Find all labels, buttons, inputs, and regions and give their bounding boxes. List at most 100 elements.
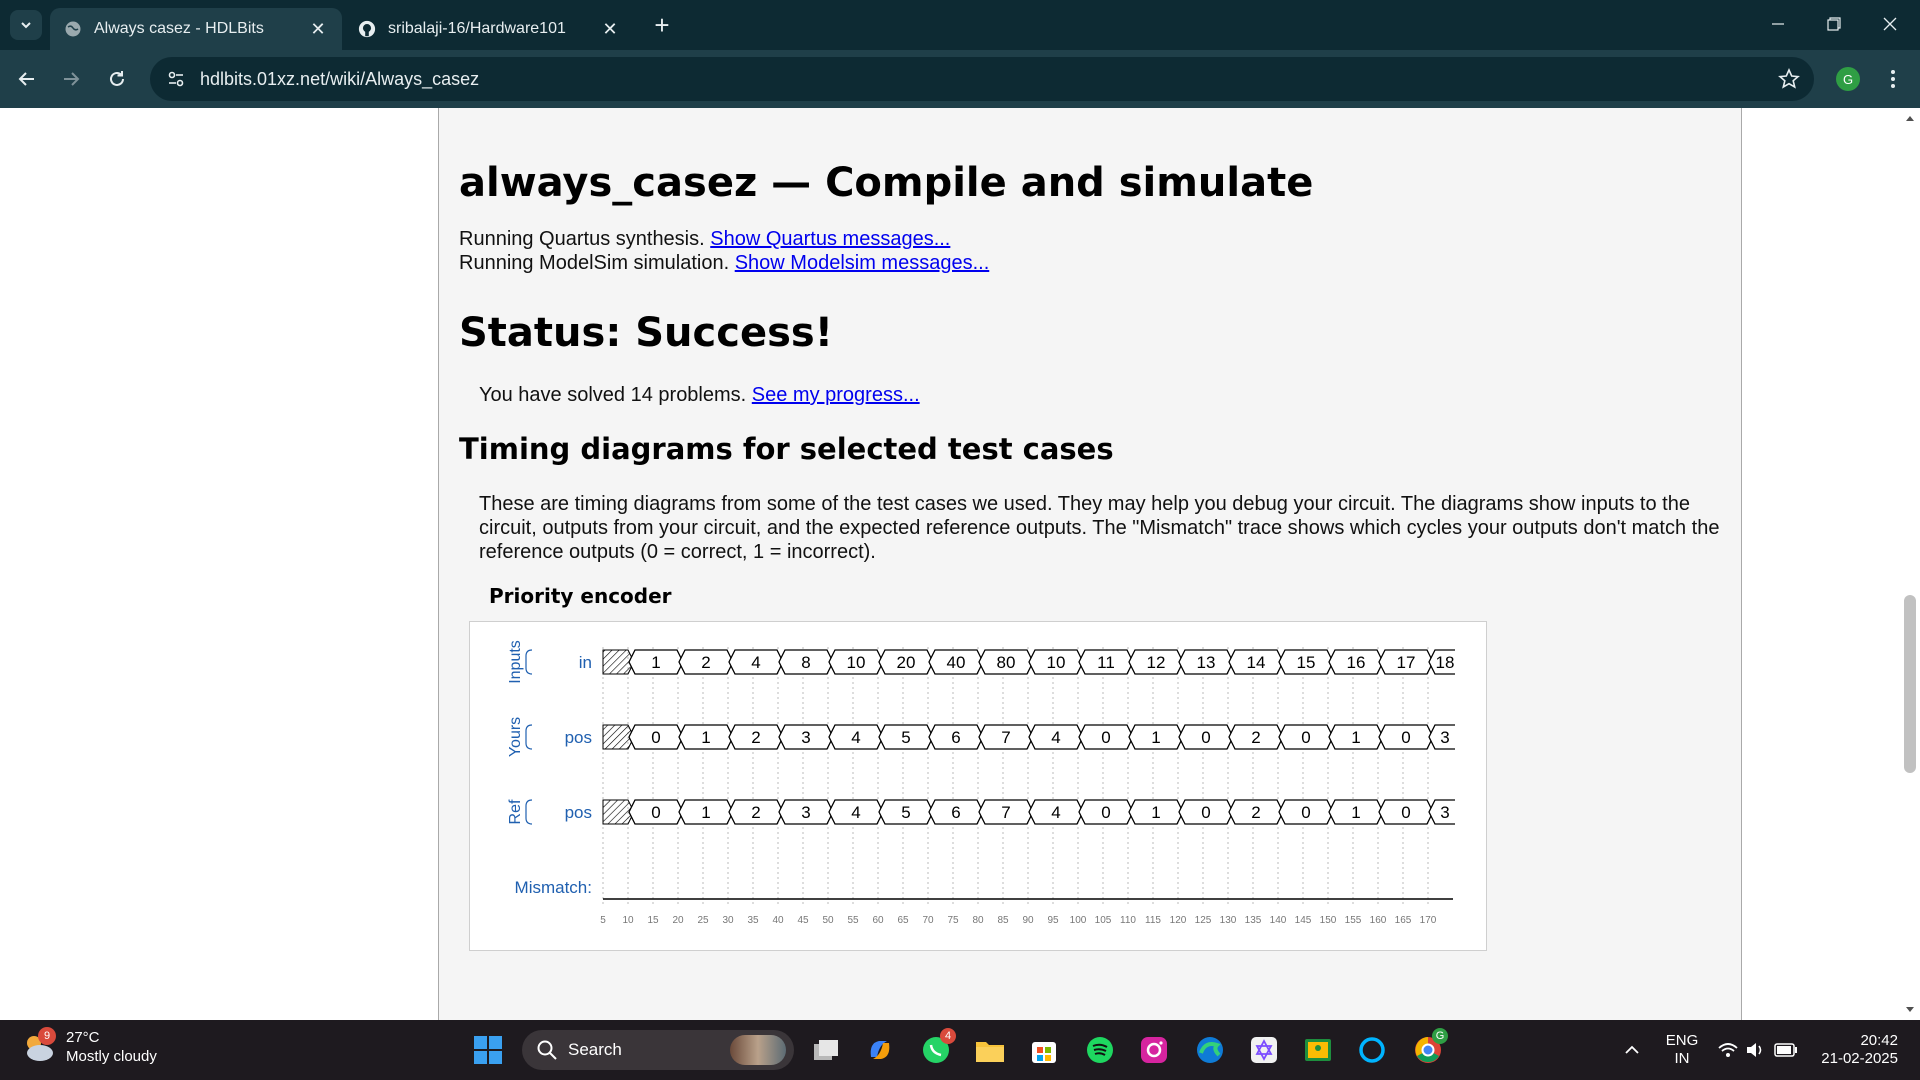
clock-date: 21-02-2025	[1821, 1050, 1898, 1067]
whatsapp-icon[interactable]: 4	[918, 1028, 956, 1068]
time-tick-label: 105	[1095, 915, 1112, 926]
instagram-icon[interactable]	[1136, 1032, 1172, 1068]
solved-text: You have solved 14 problems.	[479, 384, 747, 406]
classroom-icon[interactable]	[1300, 1032, 1336, 1068]
time-tick-label: 80	[972, 915, 984, 926]
close-window-button[interactable]	[1870, 8, 1910, 40]
time-tick-label: 60	[872, 915, 884, 926]
close-icon[interactable]: ✕	[308, 19, 328, 39]
time-tick-label: 65	[897, 915, 909, 926]
windows-start-icon[interactable]	[470, 1032, 506, 1068]
profile-avatar[interactable]: G	[1836, 67, 1860, 91]
copilot-icon[interactable]	[862, 1032, 898, 1068]
tab-search-button[interactable]	[10, 10, 42, 40]
signal-value-label: 1	[1151, 728, 1160, 747]
group-bracket	[525, 799, 533, 825]
reload-icon	[110, 71, 124, 86]
time-tick-label: 15	[647, 915, 659, 926]
page-scrollbar[interactable]	[1900, 108, 1920, 1020]
taskbar: 9 27°C Mostly cloudy Search 4 G ENG IN 2…	[0, 1020, 1920, 1080]
site-info-icon[interactable]	[154, 57, 198, 101]
signal-value-label: 3	[1440, 803, 1449, 822]
signal-value-label: 0	[1201, 728, 1210, 747]
back-button[interactable]	[12, 64, 42, 94]
forward-button[interactable]	[56, 64, 86, 94]
chrome-icon[interactable]: G	[1410, 1028, 1448, 1068]
group-bracket	[525, 649, 533, 675]
signal-value-label: 8	[801, 653, 810, 672]
minimize-button[interactable]	[1758, 8, 1798, 40]
time-tick-label: 30	[722, 915, 734, 926]
url-text[interactable]: hdlbits.01xz.net/wiki/Always_casez	[200, 69, 479, 90]
signal-value-label: 10	[1047, 653, 1066, 672]
chevron-up-icon[interactable]	[1614, 1032, 1650, 1068]
cortana-icon[interactable]	[1354, 1032, 1390, 1068]
arrow-left-icon	[18, 72, 34, 86]
signal-value-label: 0	[1401, 803, 1410, 822]
new-tab-button[interactable]: +	[648, 12, 676, 40]
weather-widget[interactable]: 9 27°C Mostly cloudy	[20, 1027, 157, 1066]
signal-value-label: 20	[897, 653, 916, 672]
signal-value-label: 18	[1436, 653, 1455, 672]
modelsim-line: Running ModelSim simulation. Show Models…	[459, 252, 989, 275]
signal-value-label: 4	[851, 803, 860, 822]
signal-value-label: 1	[651, 653, 660, 672]
microsoft-store-icon[interactable]	[1026, 1032, 1062, 1068]
time-tick-label: 70	[922, 915, 934, 926]
content-column: always_casez — Compile and simulate Runn…	[438, 108, 1742, 1020]
signal-value-label: 7	[1001, 728, 1010, 747]
weather-badge: 9	[38, 1027, 56, 1045]
restore-button[interactable]	[1814, 8, 1854, 40]
close-icon[interactable]: ✕	[600, 19, 620, 39]
time-tick-label: 130	[1220, 915, 1237, 926]
tab-title: Always casez - HDLBits	[94, 20, 264, 37]
signal-value-label: 0	[1301, 728, 1310, 747]
signal-value-label: 1	[1351, 728, 1360, 747]
language-indicator[interactable]: ENG IN	[1662, 1032, 1702, 1068]
time-tick-label: 85	[997, 915, 1009, 926]
more-menu-icon[interactable]	[1880, 66, 1906, 92]
solved-line: You have solved 14 problems. See my prog…	[479, 384, 920, 407]
time-tick-label: 25	[697, 915, 709, 926]
address-bar[interactable]: hdlbits.01xz.net/wiki/Always_casez	[150, 57, 1814, 101]
see-my-progress-link[interactable]: See my progress...	[752, 384, 920, 406]
reload-button[interactable]	[102, 64, 132, 94]
signal-value-label: 40	[947, 653, 966, 672]
globe-icon	[64, 20, 82, 38]
time-tick-label: 155	[1345, 915, 1362, 926]
scroll-down-icon[interactable]	[1905, 1006, 1915, 1014]
file-explorer-icon[interactable]	[972, 1032, 1008, 1068]
clock[interactable]: 20:42 21-02-2025	[1812, 1032, 1898, 1068]
time-tick-label: 35	[747, 915, 759, 926]
show-modelsim-messages-link[interactable]: Show Modelsim messages...	[735, 252, 990, 274]
time-tick-label: 40	[772, 915, 784, 926]
signal-value-label: 3	[801, 728, 810, 747]
app-icon[interactable]	[1246, 1032, 1282, 1068]
spotify-icon[interactable]	[1082, 1032, 1118, 1068]
scroll-up-icon[interactable]	[1905, 114, 1915, 122]
time-tick-label: 170	[1420, 915, 1437, 926]
time-tick-label: 100	[1070, 915, 1087, 926]
signal-value-label: 1	[701, 803, 710, 822]
scrollbar-thumb[interactable]	[1904, 595, 1916, 773]
bookmark-star-icon[interactable]	[1778, 68, 1800, 90]
tab-always-casez[interactable]: Always casez - HDLBits ✕	[50, 8, 342, 50]
signal-value-label: 3	[1440, 728, 1449, 747]
edge-icon[interactable]	[1192, 1032, 1228, 1068]
signal-value-label: 6	[951, 803, 960, 822]
task-view-icon[interactable]	[808, 1032, 844, 1068]
minimize-icon	[1772, 23, 1784, 25]
battery-icon[interactable]	[1768, 1032, 1804, 1068]
search-icon	[537, 1040, 557, 1060]
signal-value-label: 4	[1051, 803, 1060, 822]
taskbar-search[interactable]: Search	[522, 1030, 794, 1070]
signal-value-label: 0	[1101, 728, 1110, 747]
mismatch-label: Mismatch:	[515, 878, 592, 897]
signal-label: pos	[565, 728, 592, 747]
signal-value-label: 0	[1301, 803, 1310, 822]
chrome-profile-badge: G	[1432, 1028, 1448, 1044]
signal-value-label: 0	[1401, 728, 1410, 747]
restore-icon	[1827, 17, 1841, 31]
show-quartus-messages-link[interactable]: Show Quartus messages...	[710, 228, 950, 250]
tab-hardware101[interactable]: sribalaji-16/Hardware101 ✕	[344, 8, 634, 50]
